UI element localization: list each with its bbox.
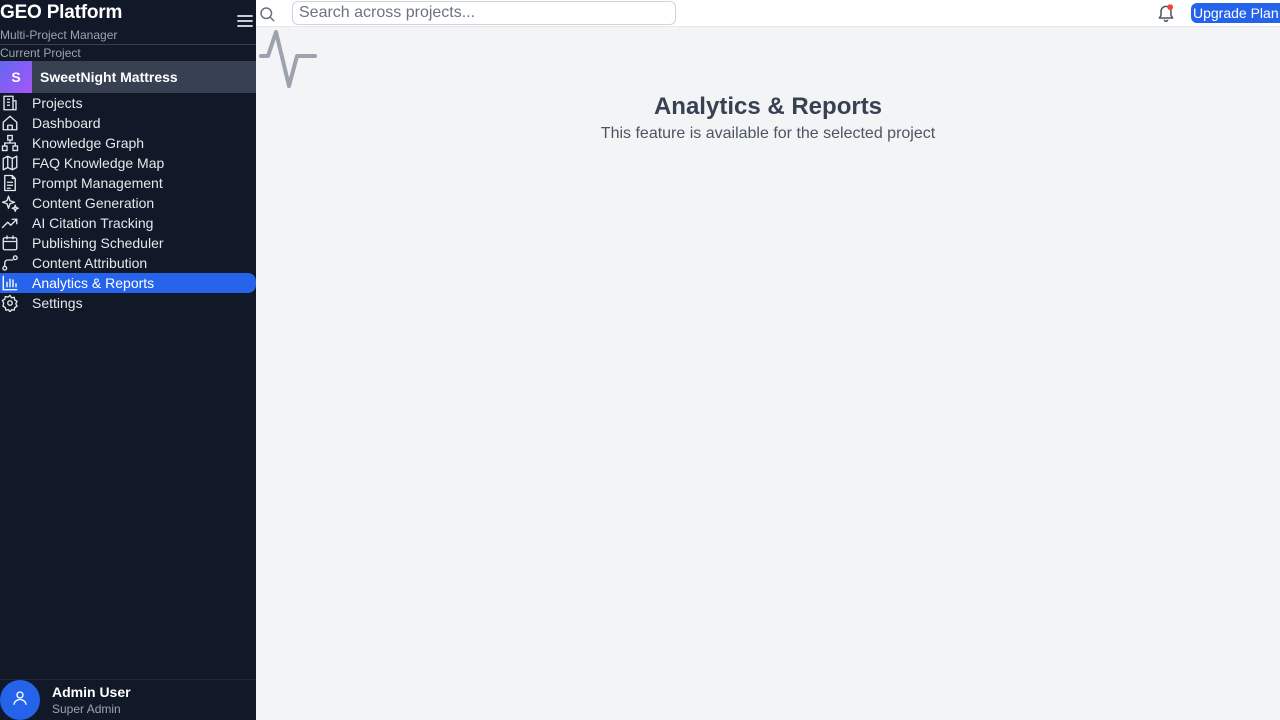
gear-icon [0, 293, 20, 313]
sidebar-item-label: Settings [32, 295, 83, 311]
search-icon [258, 5, 276, 23]
trending-up-icon [0, 213, 20, 233]
sidebar-item-analytics-reports[interactable]: Analytics & Reports [0, 273, 256, 293]
page-description: This feature is available for the select… [600, 125, 936, 142]
sidebar-item-publishing-scheduler[interactable]: Publishing Scheduler [0, 233, 256, 253]
sidebar-item-label: FAQ Knowledge Map [32, 155, 165, 171]
sidebar-item-content-attribution[interactable]: Content Attribution [0, 253, 256, 273]
activity-icon [258, 29, 318, 89]
project-selector[interactable]: S SweetNight Mattress [0, 61, 256, 93]
sidebar-item-label: Prompt Management [32, 175, 163, 191]
brand-title: GEO Platform [0, 2, 123, 23]
home-icon [0, 113, 20, 133]
sidebar-item-label: Knowledge Graph [32, 135, 145, 151]
search-input[interactable] [292, 1, 676, 25]
sparkles-icon [0, 193, 20, 213]
sidebar-item-label: Content Generation [32, 195, 155, 211]
page-title: Analytics & Reports [653, 93, 883, 120]
project-avatar: S [0, 61, 32, 93]
brand-subtitle: Multi-Project Manager [0, 28, 118, 42]
hamburger-menu-icon[interactable] [236, 12, 254, 30]
sidebar-item-dashboard[interactable]: Dashboard [0, 113, 256, 133]
calendar-icon [0, 233, 20, 253]
network-icon [0, 133, 20, 153]
current-project-label: Current Project [0, 44, 256, 61]
route-icon [0, 253, 20, 273]
top-bar: Upgrade Plan [256, 0, 1280, 27]
map-icon [0, 153, 20, 173]
building-icon [0, 93, 20, 113]
sidebar: GEO Platform Multi-Project Manager Curre… [0, 0, 256, 720]
sidebar-item-content-generation[interactable]: Content Generation [0, 193, 256, 213]
sidebar-item-label: Content Attribution [32, 255, 148, 271]
sidebar-item-label: Dashboard [32, 115, 101, 131]
sidebar-item-faq-knowledge-map[interactable]: FAQ Knowledge Map [0, 153, 256, 173]
sidebar-item-prompt-management[interactable]: Prompt Management [0, 173, 256, 193]
sidebar-item-label: AI Citation Tracking [32, 215, 154, 231]
user-icon [11, 689, 29, 712]
user-role: Super Admin [52, 702, 121, 716]
sidebar-item-settings[interactable]: Settings [0, 293, 256, 313]
user-profile[interactable]: Admin User Super Admin [0, 679, 256, 720]
document-icon [0, 173, 20, 193]
sidebar-nav: Projects Dashboard Knowledge Graph FAQ K… [0, 93, 256, 313]
sidebar-item-label: Publishing Scheduler [32, 235, 164, 251]
notification-bell-icon[interactable] [1156, 3, 1176, 23]
sidebar-item-label: Projects [32, 95, 83, 111]
bar-chart-icon [0, 273, 20, 293]
user-name: Admin User [52, 684, 131, 700]
upgrade-plan-button[interactable]: Upgrade Plan [1191, 3, 1280, 23]
sidebar-item-knowledge-graph[interactable]: Knowledge Graph [0, 133, 256, 153]
sidebar-item-label: Analytics & Reports [32, 275, 155, 291]
sidebar-item-projects[interactable]: Projects [0, 93, 256, 113]
avatar [0, 680, 40, 720]
project-name: SweetNight Mattress [40, 69, 178, 85]
sidebar-item-ai-citation-tracking[interactable]: AI Citation Tracking [0, 213, 256, 233]
